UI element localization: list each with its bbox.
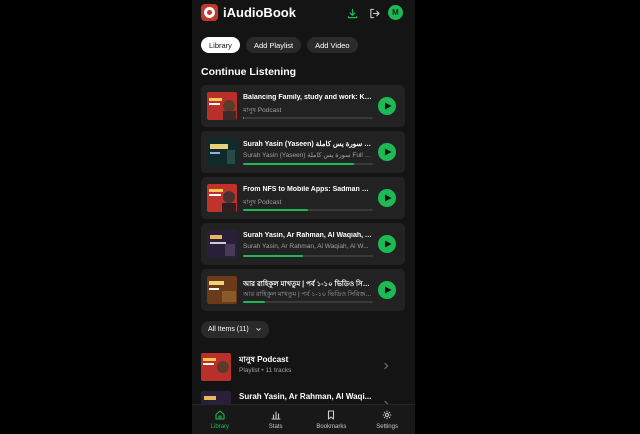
- play-button[interactable]: [378, 235, 396, 253]
- progress-bar: [243, 301, 373, 303]
- list-item-title: মানুষ Podcast: [239, 355, 289, 364]
- card-subtitle: Surah Yasin, Ar Rahman, Al Waqiah, Al W.…: [243, 243, 369, 250]
- app-screen: iAudioBook M Library Add Playlist Add Vi…: [192, 0, 415, 434]
- video-thumbnail: [207, 92, 237, 120]
- progress-bar: [243, 117, 373, 119]
- home-icon: [215, 410, 225, 420]
- play-icon: [384, 240, 391, 248]
- card-subtitle: মানুষ Podcast: [243, 107, 282, 114]
- continue-listening-card[interactable]: আর রাহিকুল মাখতুম | পর্ব ১-১০ ভিডিও সিরি…: [201, 269, 405, 311]
- tab-bar: Library Add Playlist Add Video: [201, 37, 358, 53]
- bar-chart-icon: [271, 411, 281, 420]
- nav-item-bookmarks[interactable]: Bookmarks: [304, 405, 360, 434]
- nav-label: Library: [210, 424, 230, 430]
- play-button[interactable]: [378, 97, 396, 115]
- nav-item-stats[interactable]: Stats: [248, 405, 304, 434]
- nav-label: Settings: [376, 424, 398, 430]
- progress-fill: [243, 163, 354, 165]
- progress-bar: [243, 255, 373, 257]
- progress-fill: [243, 209, 308, 211]
- nav-label: Stats: [268, 424, 283, 430]
- bookmark-icon: [328, 410, 335, 420]
- app-logo-icon: [201, 4, 218, 21]
- filter-dropdown[interactable]: All Items (11): [201, 321, 269, 338]
- list-item-title: Surah Yasin, Ar Rahman, Al Waqi...: [239, 392, 372, 401]
- download-icon[interactable]: [346, 7, 358, 19]
- card-title: Surah Yasin, Ar Rahman, Al Waqiah, Al ..…: [243, 232, 373, 239]
- continue-listening-card[interactable]: Surah Yasin, Ar Rahman, Al Waqiah, Al ..…: [201, 223, 405, 265]
- bottom-nav: Library Stats Bookmarks Settings: [192, 404, 415, 434]
- playlist-thumbnail: [201, 353, 231, 381]
- card-subtitle: আর রাহিকুল মাখতুম | পর্ব ১-১০ ভিডিও সিরি…: [243, 291, 373, 298]
- progress-fill: [243, 255, 303, 257]
- card-subtitle: মানুষ Podcast: [243, 199, 282, 206]
- chevron-right-icon: [384, 362, 389, 370]
- logout-icon[interactable]: [368, 7, 380, 19]
- video-thumbnail: [207, 230, 237, 258]
- play-icon: [384, 286, 391, 294]
- continue-listening-card[interactable]: From NFS to Mobile Apps: Sadman Sa... মা…: [201, 177, 405, 219]
- card-title: From NFS to Mobile Apps: Sadman Sa...: [243, 186, 373, 193]
- header: iAudioBook M: [192, 0, 415, 26]
- progress-bar: [243, 209, 373, 211]
- tab-add-playlist[interactable]: Add Playlist: [245, 37, 302, 53]
- tab-library[interactable]: Library: [201, 37, 240, 53]
- play-button[interactable]: [378, 143, 396, 161]
- video-thumbnail: [207, 276, 237, 304]
- card-title: Balancing Family, study and work: Kha...: [243, 94, 373, 101]
- play-button[interactable]: [378, 281, 396, 299]
- play-icon: [384, 148, 391, 156]
- play-icon: [384, 102, 391, 110]
- play-button[interactable]: [378, 189, 396, 207]
- progress-fill: [243, 301, 266, 303]
- avatar[interactable]: M: [388, 5, 403, 20]
- continue-listening-card[interactable]: Surah Yasin (Yaseen) سورة يس كاملة Full …: [201, 131, 405, 173]
- list-item-subtitle: Playlist • 11 tracks: [239, 367, 292, 374]
- app-title: iAudioBook: [223, 5, 296, 20]
- section-title-continue-listening: Continue Listening: [201, 66, 297, 78]
- filter-label: All Items (11): [208, 326, 249, 333]
- play-icon: [384, 194, 391, 202]
- nav-label: Bookmarks: [316, 424, 347, 430]
- card-subtitle: Surah Yasin (Yaseen) سورة يس كاملة Full …: [243, 152, 373, 159]
- nav-item-library[interactable]: Library: [192, 405, 248, 434]
- nav-item-settings[interactable]: Settings: [359, 405, 415, 434]
- continue-listening-list: Balancing Family, study and work: Kha...…: [201, 85, 405, 315]
- continue-listening-card[interactable]: Balancing Family, study and work: Kha...…: [201, 85, 405, 127]
- card-title: Surah Yasin (Yaseen) سورة يس كاملة Full …: [243, 141, 373, 148]
- gear-icon: [382, 410, 392, 420]
- progress-fill: [243, 117, 245, 119]
- tab-add-video[interactable]: Add Video: [307, 37, 358, 53]
- list-item[interactable]: মানুষ Podcast Playlist • 11 tracks: [201, 349, 405, 387]
- video-thumbnail: [207, 138, 237, 166]
- progress-bar: [243, 163, 373, 165]
- chevron-down-icon: [255, 328, 261, 332]
- video-thumbnail: [207, 184, 237, 212]
